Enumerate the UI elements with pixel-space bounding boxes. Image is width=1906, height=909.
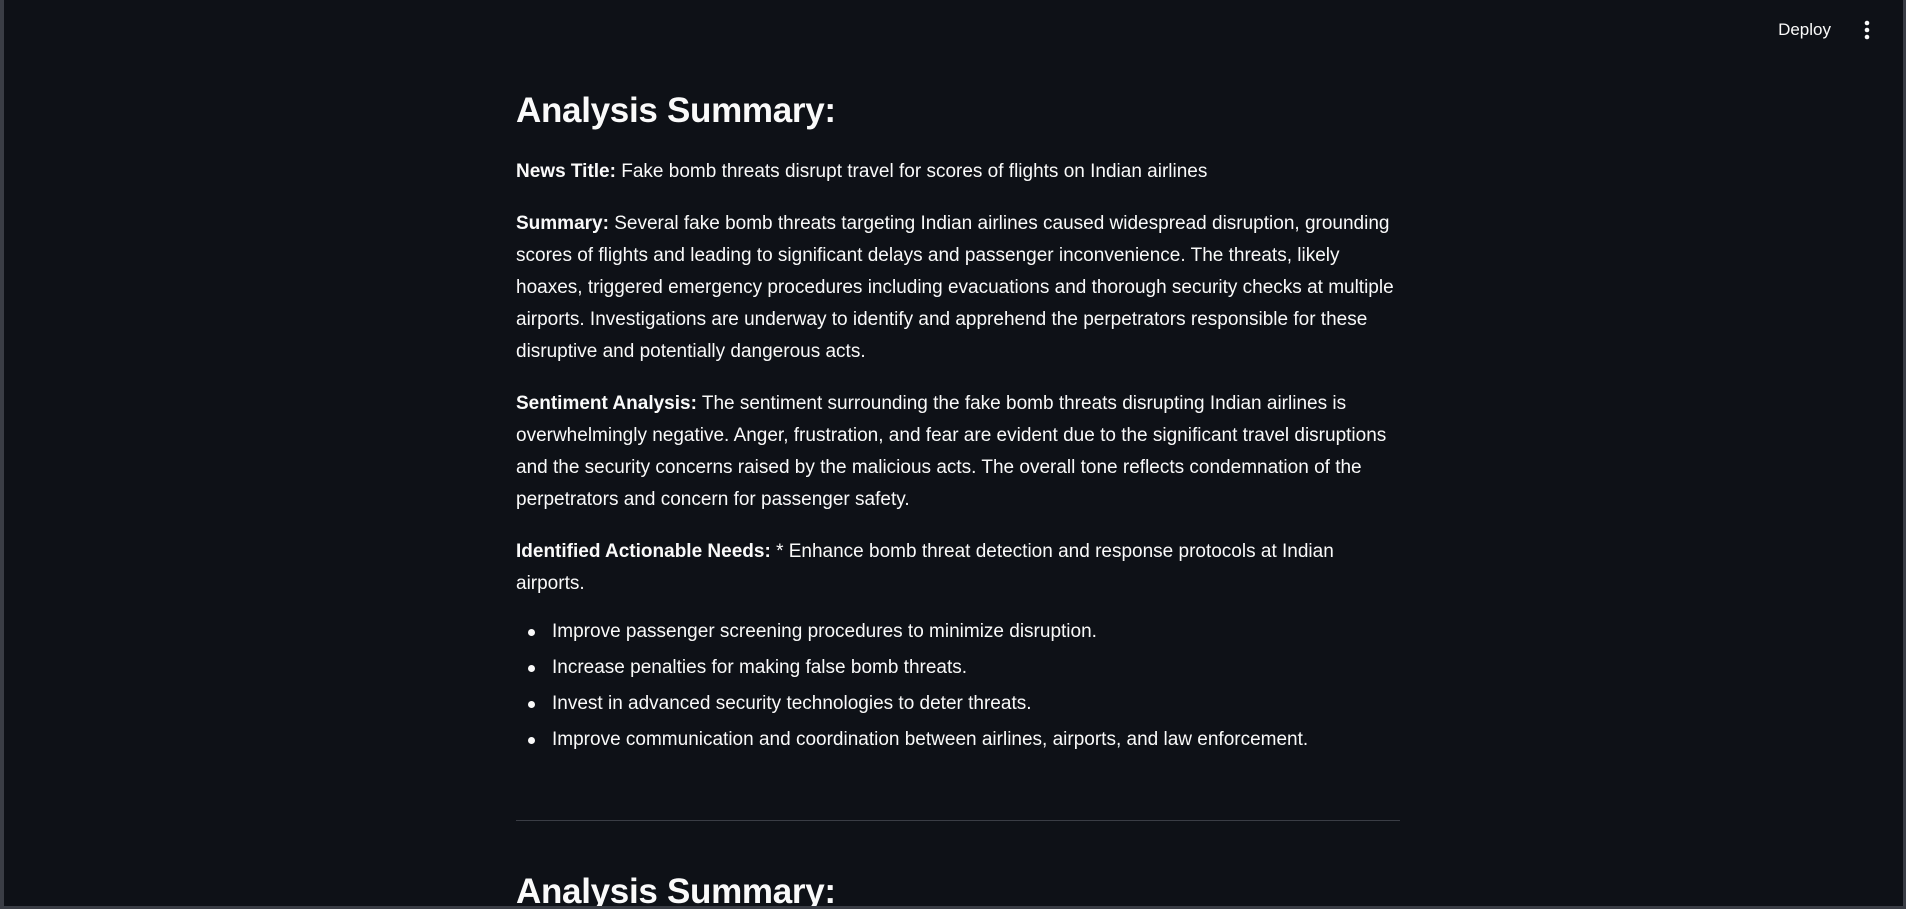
- analysis-summary-section: Analysis Summary:: [516, 871, 1402, 909]
- list-item: Improve passenger screening procedures t…: [528, 614, 1402, 650]
- sentiment-paragraph: Sentiment Analysis: The sentiment surrou…: [516, 388, 1402, 516]
- section-title: Analysis Summary:: [516, 872, 836, 909]
- vertical-ellipsis-glyph: [1864, 20, 1870, 40]
- top-toolbar: Deploy: [1774, 14, 1877, 46]
- actionable-needs-list: Improve passenger screening procedures t…: [516, 614, 1402, 758]
- summary-paragraph: Summary: Several fake bomb threats targe…: [516, 208, 1402, 368]
- summary-value: Several fake bomb threats targeting Indi…: [516, 213, 1394, 362]
- news-title-value: Fake bomb threats disrupt travel for sco…: [621, 161, 1208, 182]
- news-title-label: News Title:: [516, 161, 616, 182]
- list-item: Increase penalties for making false bomb…: [528, 650, 1402, 686]
- app-window: Deploy Analysis Summary: News Title: Fak…: [0, 0, 1906, 909]
- deploy-button[interactable]: Deploy: [1774, 14, 1835, 46]
- vertical-ellipsis-icon[interactable]: [1857, 15, 1877, 45]
- news-title-paragraph: News Title: Fake bomb threats disrupt tr…: [516, 156, 1402, 188]
- main-content: Analysis Summary: News Title: Fake bomb …: [516, 90, 1402, 909]
- list-item: Invest in advanced security technologies…: [528, 686, 1402, 722]
- analysis-summary-section: Analysis Summary: News Title: Fake bomb …: [516, 90, 1402, 758]
- sentiment-label: Sentiment Analysis:: [516, 393, 697, 414]
- actionable-needs-paragraph: Identified Actionable Needs: * Enhance b…: [516, 536, 1402, 600]
- list-item: Improve communication and coordination b…: [528, 722, 1402, 758]
- summary-label: Summary:: [516, 213, 609, 234]
- actionable-needs-label: Identified Actionable Needs:: [516, 541, 771, 562]
- section-divider: [516, 820, 1400, 821]
- section-title: Analysis Summary:: [516, 91, 836, 130]
